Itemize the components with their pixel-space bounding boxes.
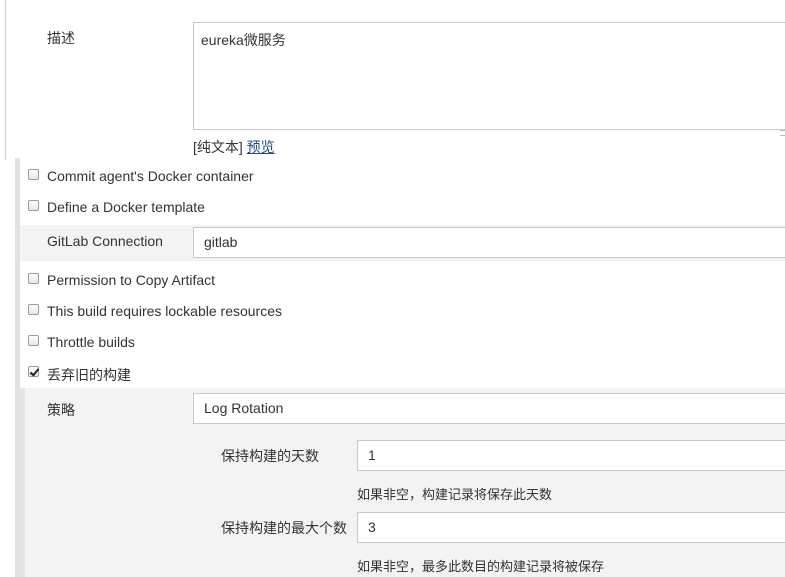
discard-old-builds-checkbox[interactable] [28, 366, 39, 377]
description-value: eureka微服务 [201, 32, 286, 48]
gitlab-connection-label: GitLab Connection [47, 233, 163, 249]
gitlab-connection-select[interactable]: gitlab [193, 227, 785, 258]
strategy-select[interactable]: Log Rotation [193, 393, 785, 424]
days-to-keep-help: 如果非空，构建记录将保存此天数 [357, 487, 553, 502]
lockable-resources-label: This build requires lockable resources [47, 303, 282, 319]
throttle-builds-label: Throttle builds [47, 334, 135, 350]
docker-template-checkbox[interactable] [28, 200, 39, 211]
format-text: [纯文本] [193, 139, 243, 155]
days-to-keep-value: 1 [368, 447, 376, 463]
preview-link[interactable]: 预览 [247, 139, 275, 155]
max-builds-input[interactable]: 3 [357, 512, 785, 543]
discard-old-builds-label: 丢弃旧的构建 [47, 367, 131, 383]
lockable-resources-checkbox[interactable] [28, 304, 39, 315]
textarea-resize-handle[interactable] [780, 130, 785, 136]
throttle-builds-checkbox[interactable] [28, 335, 39, 346]
days-to-keep-label: 保持构建的天数 [221, 448, 319, 464]
description-label: 描述 [47, 30, 75, 46]
gitlab-connection-value: gitlab [204, 234, 238, 250]
max-builds-label: 保持构建的最大个数 [221, 520, 347, 536]
strategy-value: Log Rotation [204, 400, 284, 416]
strategy-indent-bar [20, 388, 25, 577]
left-border-line [5, 0, 6, 160]
commit-docker-label: Commit agent's Docker container [47, 168, 254, 184]
permission-copy-label: Permission to Copy Artifact [47, 272, 216, 288]
permission-copy-checkbox[interactable] [28, 273, 39, 284]
strategy-label: 策略 [47, 402, 75, 418]
commit-docker-checkbox[interactable] [28, 169, 39, 180]
max-builds-help: 如果非空，最多此数目的构建记录将被保存 [357, 559, 605, 574]
docker-template-label: Define a Docker template [47, 199, 205, 215]
max-builds-value: 3 [368, 519, 376, 535]
description-textarea[interactable]: eureka微服务 [193, 22, 785, 130]
description-format: [纯文本] 预览 [193, 137, 275, 157]
days-to-keep-input[interactable]: 1 [357, 440, 785, 471]
